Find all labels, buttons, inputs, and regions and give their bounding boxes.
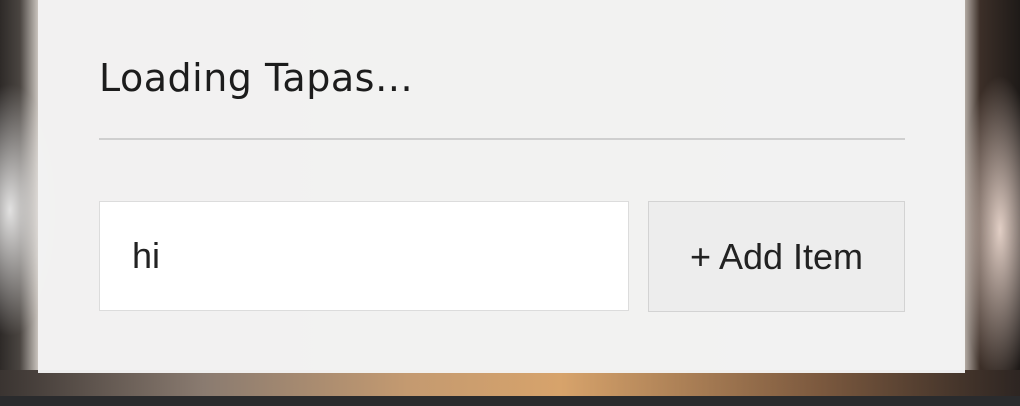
taskbar xyxy=(0,396,1020,406)
background-photo-strip xyxy=(0,370,1020,396)
page-title: Loading Tapas… xyxy=(99,56,414,100)
todo-panel: Loading Tapas… + Add Item xyxy=(38,0,965,373)
add-item-button[interactable]: + Add Item xyxy=(648,201,905,312)
new-item-input[interactable] xyxy=(99,201,629,311)
title-divider xyxy=(99,138,905,140)
